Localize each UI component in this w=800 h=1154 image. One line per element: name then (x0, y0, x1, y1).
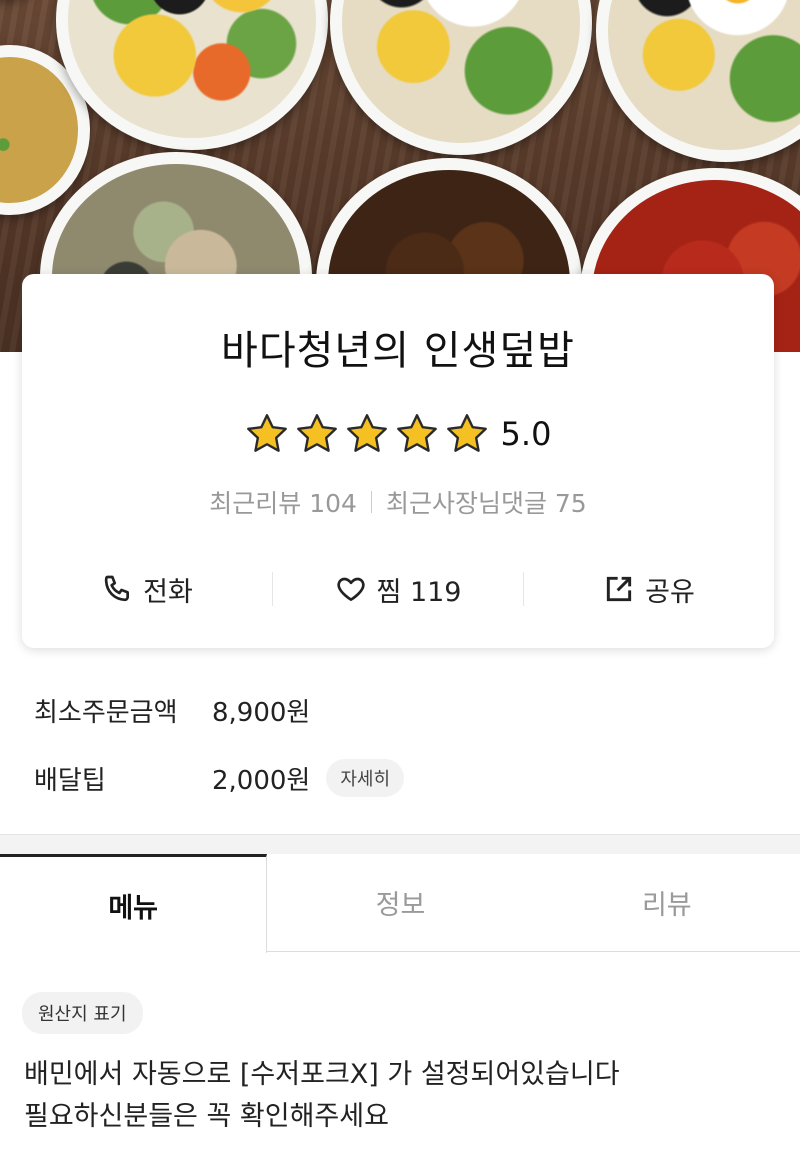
store-name: 바다청년의 인생덮밥 (221, 328, 575, 374)
delivery-tip-detail-button[interactable]: 자세히 (326, 759, 405, 797)
delivery-tip-row: 배달팁 2,000원 자세히 (34, 756, 780, 800)
notice-line: 필요하신분들은 꼭 확인해주세요 (24, 1101, 389, 1132)
food-bowl-image (56, 0, 328, 150)
phone-icon (104, 575, 130, 602)
section-divider (0, 834, 800, 854)
notice-line: 배민에서 자동으로 [수저포크X] 가 설정되어있습니다 (24, 1059, 620, 1090)
call-label: 전화 (143, 576, 193, 608)
food-bowl-image (330, 0, 592, 155)
divider (370, 491, 372, 513)
recent-reviews-link[interactable]: 최근리뷰 104 (209, 484, 357, 520)
rating-row: 5.0 (22, 412, 774, 456)
store-notice: 배민에서 자동으로 [수저포크X] 가 설정되어있습니다 필요하신분들은 꼭 확… (24, 1054, 780, 1138)
star-icon (446, 414, 487, 452)
min-order-value: 8,900원 (212, 697, 311, 728)
call-button[interactable]: 전화 (22, 566, 272, 612)
delivery-tip-value: 2,000원 (212, 765, 311, 796)
store-actions: 전화 찜 119 공유 (22, 566, 774, 612)
delivery-tip-label: 배달팁 (34, 765, 106, 796)
owner-replies-link[interactable]: 최근사장님댓글 75 (386, 484, 587, 520)
star-icon (346, 414, 387, 452)
tab-menu[interactable]: 메뉴 (0, 854, 268, 953)
food-bowl-image (596, 0, 800, 162)
like-label: 찜 119 (376, 576, 462, 608)
star-icon (246, 414, 287, 452)
tab-info[interactable]: 정보 (267, 854, 534, 951)
star-icon (296, 414, 337, 452)
share-button[interactable]: 공유 (524, 566, 774, 612)
heart-icon (336, 577, 365, 601)
origin-label-button[interactable]: 원산지 표기 (22, 992, 143, 1034)
min-order-row: 최소주문금액 8,900원 (34, 688, 780, 732)
store-info-card: 바다청년의 인생덮밥 5.0 최근리뷰 104 최근사장님댓글 75 전화 찜 … (22, 274, 774, 648)
review-stats: 최근리뷰 104 최근사장님댓글 75 (22, 484, 774, 520)
store-tabs: 메뉴 정보 리뷰 (0, 854, 800, 953)
tab-reviews[interactable]: 리뷰 (533, 854, 800, 951)
like-button[interactable]: 찜 119 (273, 566, 523, 612)
delivery-info: 최소주문금액 8,900원 배달팁 2,000원 자세히 (34, 688, 780, 824)
share-label: 공유 (645, 576, 695, 608)
rating-value: 5.0 (500, 415, 552, 453)
share-icon (607, 576, 632, 602)
star-icon (396, 414, 437, 452)
min-order-label: 최소주문금액 (34, 697, 178, 728)
